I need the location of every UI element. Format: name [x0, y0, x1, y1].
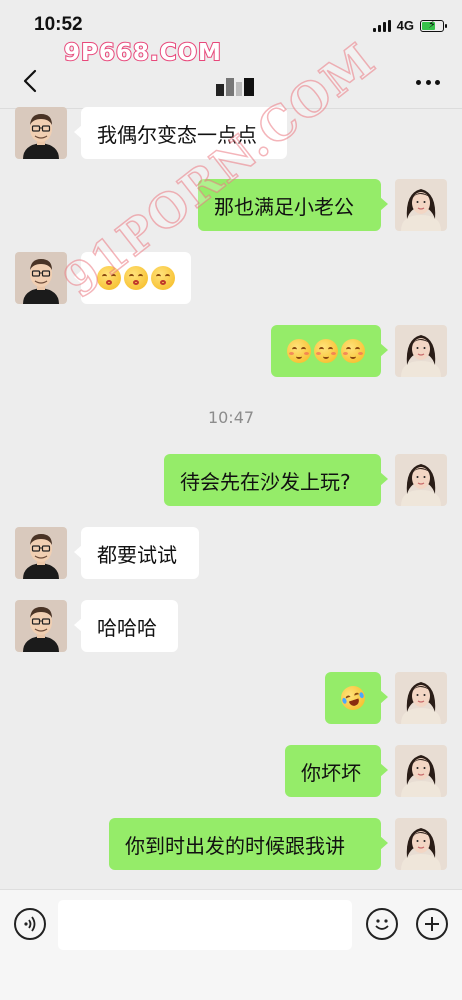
message-bubble[interactable]: 都要试试 [74, 527, 199, 579]
message-bubble[interactable] [325, 672, 388, 724]
message-row [0, 672, 462, 724]
chat-screen: 10:52 4G ⚡ 9P668.COM 我偶尔变态一点点 那也满足小老公 待会… [0, 0, 462, 1000]
message-row: 都要试试 [0, 527, 462, 579]
male-avatar-icon [15, 107, 67, 159]
my-avatar[interactable] [395, 745, 447, 797]
female-avatar-icon [395, 325, 447, 377]
signal-icon [372, 19, 391, 32]
voice-icon[interactable] [14, 908, 46, 940]
chevron-left-icon[interactable] [20, 68, 42, 94]
my-avatar[interactable] [395, 454, 447, 506]
female-avatar-icon [395, 179, 447, 231]
plus-icon[interactable] [416, 908, 448, 940]
female-avatar-icon [395, 454, 447, 506]
kiss-emoji-icon [151, 266, 175, 290]
message-row: 哈哈哈 [0, 600, 462, 652]
my-avatar[interactable] [395, 818, 447, 870]
battery-icon: ⚡ [420, 17, 447, 32]
female-avatar-icon [395, 745, 447, 797]
my-avatar[interactable] [395, 672, 447, 724]
message-bubble[interactable]: 你坏坏 [285, 745, 388, 797]
female-avatar-icon [395, 672, 447, 724]
input-bar [0, 889, 462, 1000]
network-type: 4G [396, 18, 414, 33]
message-text: 哈哈哈 [97, 615, 157, 640]
shy-emoji-icon [341, 339, 365, 363]
message-bubble[interactable]: 待会先在沙发上玩? [164, 454, 388, 506]
contact-avatar[interactable] [15, 107, 67, 159]
contact-name-obscured [216, 78, 258, 96]
message-bubble[interactable] [271, 325, 388, 377]
message-text: 待会先在沙发上玩? [180, 469, 351, 494]
message-row: 待会先在沙发上玩? [0, 454, 462, 506]
my-avatar[interactable] [395, 179, 447, 231]
message-text: 都要试试 [97, 542, 177, 567]
status-icons: 4G ⚡ [372, 17, 447, 33]
shy-emoji-icon [314, 339, 338, 363]
message-bubble[interactable]: 你到时出发的时候跟我讲 [109, 818, 388, 870]
my-avatar[interactable] [395, 325, 447, 377]
contact-avatar[interactable] [15, 527, 67, 579]
message-input[interactable] [58, 900, 352, 950]
male-avatar-icon [15, 527, 67, 579]
charging-bolt-icon: ⚡ [428, 17, 436, 31]
message-bubble[interactable]: 哈哈哈 [74, 600, 178, 652]
status-time: 10:52 [34, 14, 83, 35]
message-timestamp: 10:47 [207, 408, 255, 427]
message-row: 你到时出发的时候跟我讲 [0, 818, 462, 870]
female-avatar-icon [395, 818, 447, 870]
message-row [0, 325, 462, 377]
message-text: 那也满足小老公 [214, 194, 354, 219]
rofl-emoji-icon [337, 682, 369, 714]
message-text: 你坏坏 [301, 760, 361, 785]
more-dots-icon[interactable] [416, 78, 440, 86]
male-avatar-icon [15, 600, 67, 652]
message-row: 你坏坏 [0, 745, 462, 797]
nav-bar [0, 56, 462, 109]
contact-avatar[interactable] [15, 600, 67, 652]
shy-emoji-icon [287, 339, 311, 363]
message-text: 你到时出发的时候跟我讲 [125, 833, 345, 858]
smile-icon[interactable] [366, 908, 398, 940]
